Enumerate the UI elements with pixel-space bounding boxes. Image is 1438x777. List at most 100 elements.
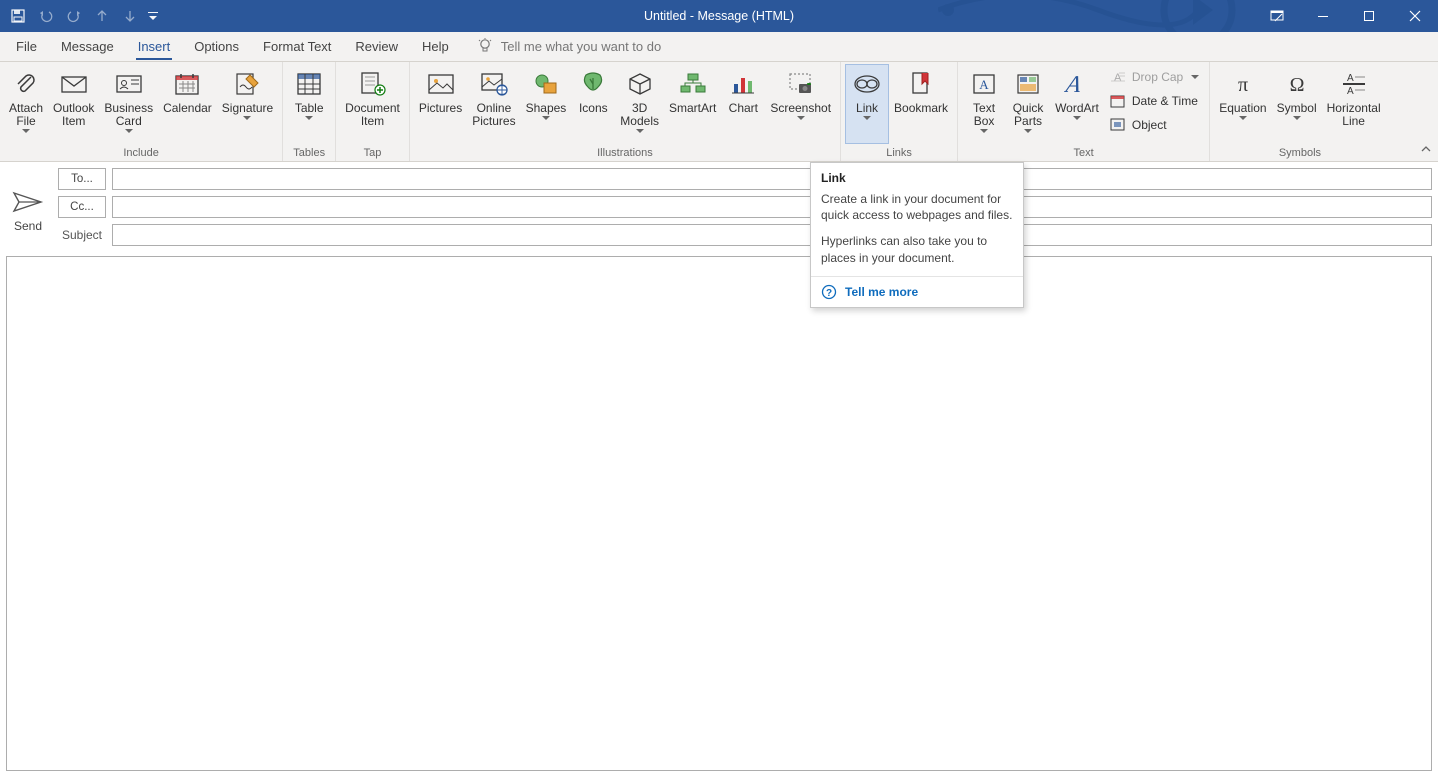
paperclip-icon (10, 68, 42, 100)
group-tables: Table Tables (283, 62, 336, 161)
lightbulb-icon (477, 38, 493, 54)
send-button[interactable] (11, 189, 45, 215)
collapse-ribbon-button[interactable] (1420, 143, 1432, 157)
ribbon-display-options-button[interactable] (1254, 0, 1300, 32)
tab-message[interactable]: Message (49, 31, 126, 61)
calendar-button[interactable]: Calendar (158, 64, 217, 144)
bookmark-icon (905, 68, 937, 100)
group-tap: Document Item Tap (336, 62, 410, 161)
bookmark-button[interactable]: Bookmark (889, 64, 953, 144)
window-controls (1254, 0, 1438, 32)
chart-button[interactable]: Chart (721, 64, 765, 144)
maximize-button[interactable] (1346, 0, 1392, 32)
group-symbols: π Equation Ω Symbol AA Horizontal Line S… (1210, 62, 1389, 161)
svg-text:A: A (979, 77, 989, 92)
envelope-icon (58, 68, 90, 100)
help-icon: ? (821, 284, 837, 300)
save-button[interactable] (4, 0, 32, 32)
online-pictures-button[interactable]: Online Pictures (467, 64, 520, 144)
svg-text:Ω: Ω (1289, 74, 1304, 96)
to-input[interactable] (112, 168, 1432, 190)
calendar-small-icon (1110, 93, 1126, 109)
window-title: Untitled - Message (HTML) (0, 9, 1438, 23)
object-icon (1110, 117, 1126, 133)
tell-me-search[interactable]: Tell me what you want to do (477, 31, 661, 61)
object-button[interactable]: Object (1106, 114, 1203, 136)
text-box-icon: A (968, 68, 1000, 100)
symbol-button[interactable]: Ω Symbol (1272, 64, 1322, 144)
horizontal-line-button[interactable]: AA Horizontal Line (1322, 64, 1386, 144)
wordart-button[interactable]: A WordArt (1050, 64, 1104, 144)
pictures-button[interactable]: Pictures (414, 64, 467, 144)
tell-me-more-button[interactable]: ? Tell me more (811, 276, 1023, 307)
drop-cap-icon: A (1110, 69, 1126, 85)
3d-models-button[interactable]: 3D Models (615, 64, 664, 144)
svg-text:π: π (1238, 74, 1248, 96)
prev-item-button[interactable] (88, 0, 116, 32)
svg-text:A: A (1347, 73, 1354, 84)
tab-file[interactable]: File (4, 31, 49, 61)
close-button[interactable] (1392, 0, 1438, 32)
tooltip-desc-1: Create a link in your document for quick… (821, 191, 1013, 223)
message-body[interactable] (6, 256, 1432, 771)
link-tooltip: Link Create a link in your document for … (810, 162, 1024, 308)
picture-icon (425, 68, 457, 100)
group-include: Attach File Outlook Item Business Card C… (0, 62, 283, 161)
shapes-button[interactable]: Shapes (521, 64, 572, 144)
next-item-button[interactable] (116, 0, 144, 32)
undo-button[interactable] (32, 0, 60, 32)
subject-input[interactable] (112, 224, 1432, 246)
horizontal-line-icon: AA (1338, 68, 1370, 100)
text-box-button[interactable]: A Text Box (962, 64, 1006, 144)
outlook-item-button[interactable]: Outlook Item (48, 64, 99, 144)
business-card-button[interactable]: Business Card (99, 64, 158, 144)
equation-button[interactable]: π Equation (1214, 64, 1271, 144)
group-label: Include (4, 144, 278, 162)
subject-label: Subject (58, 228, 106, 242)
compose-header: Send To... Cc... Subject (0, 162, 1438, 250)
chart-icon (727, 68, 759, 100)
icons-icon (577, 68, 609, 100)
tab-help[interactable]: Help (410, 31, 461, 61)
icons-button[interactable]: Icons (571, 64, 615, 144)
pi-icon: π (1227, 68, 1259, 100)
tab-review[interactable]: Review (343, 31, 410, 61)
quick-parts-button[interactable]: Quick Parts (1006, 64, 1050, 144)
drop-cap-button[interactable]: A Drop Cap (1106, 66, 1203, 88)
screenshot-icon (785, 68, 817, 100)
smartart-button[interactable]: SmartArt (664, 64, 721, 144)
date-time-button[interactable]: Date & Time (1106, 90, 1203, 112)
attach-file-button[interactable]: Attach File (4, 64, 48, 144)
signature-icon (231, 68, 263, 100)
svg-text:A: A (1064, 71, 1084, 97)
minimize-button[interactable] (1300, 0, 1346, 32)
card-icon (113, 68, 145, 100)
screenshot-button[interactable]: Screenshot (765, 64, 836, 144)
table-button[interactable]: Table (287, 64, 331, 144)
tab-format-text[interactable]: Format Text (251, 31, 343, 61)
tab-insert[interactable]: Insert (126, 31, 183, 61)
tell-me-label: Tell me what you want to do (501, 39, 661, 54)
to-button[interactable]: To... (58, 168, 106, 190)
document-item-button[interactable]: Document Item (340, 64, 405, 144)
group-text: A Text Box Quick Parts A WordArt A Drop … (958, 62, 1210, 161)
qat-customize-button[interactable] (144, 0, 162, 32)
omega-icon: Ω (1281, 68, 1313, 100)
redo-button[interactable] (60, 0, 88, 32)
tab-options[interactable]: Options (182, 31, 251, 61)
link-button[interactable]: Link (845, 64, 889, 144)
calendar-icon (171, 68, 203, 100)
send-label: Send (14, 219, 42, 233)
tooltip-desc-2: Hyperlinks can also take you to places i… (821, 233, 1013, 265)
group-illustrations: Pictures Online Pictures Shapes Icons 3D… (410, 62, 841, 161)
signature-button[interactable]: Signature (217, 64, 278, 144)
title-bar: Untitled - Message (HTML) (0, 0, 1438, 32)
ribbon: Attach File Outlook Item Business Card C… (0, 62, 1438, 162)
cc-button[interactable]: Cc... (58, 196, 106, 218)
dropdown-caret-icon (22, 129, 30, 133)
shapes-icon (530, 68, 562, 100)
cube-icon (624, 68, 656, 100)
cc-input[interactable] (112, 196, 1432, 218)
svg-text:A: A (1114, 72, 1122, 84)
online-picture-icon (478, 68, 510, 100)
